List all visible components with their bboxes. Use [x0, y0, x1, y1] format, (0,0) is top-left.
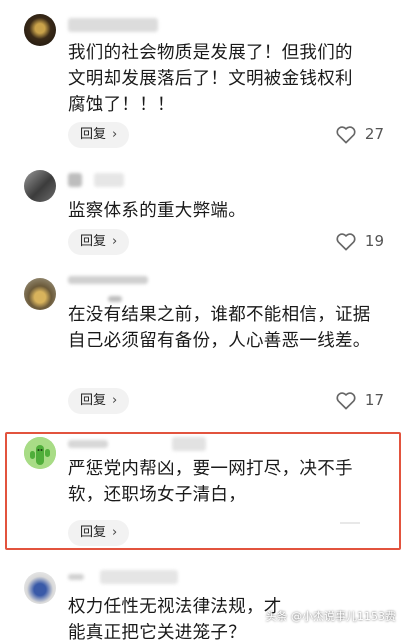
watermark-text: 头条 @小杰说事儿1153费	[265, 610, 397, 623]
reply-label: 回复	[80, 393, 107, 408]
comment-text: 在没有结果之前，谁都不能相信，证据自己必须留有备份，人心善恶一线差。	[68, 305, 371, 351]
cactus-avatar-icon	[24, 437, 56, 469]
username-blurred	[68, 574, 84, 580]
comment-text: 监察体系的重大弊端。	[68, 201, 246, 221]
chevron-right-icon: ›	[112, 525, 118, 540]
reply-label: 回复	[80, 525, 107, 540]
reply-label: 回复	[80, 127, 107, 142]
chevron-right-icon: ›	[112, 393, 118, 408]
comment-text: 严惩党内帮凶，要一网打尽，决不手软，还职场女子清白，	[68, 459, 353, 505]
like-button[interactable]: 27	[335, 124, 384, 144]
reply-button[interactable]: 回复 ›	[68, 122, 130, 148]
like-count: 19	[364, 232, 384, 250]
reply-button[interactable]: 回复 ›	[68, 520, 130, 546]
avatar[interactable]	[24, 572, 56, 604]
chevron-right-icon: ›	[112, 127, 118, 142]
like-button[interactable]: 19	[335, 231, 384, 251]
avatar[interactable]	[24, 278, 56, 310]
avatar[interactable]	[24, 14, 56, 46]
heart-outline-icon	[336, 126, 356, 144]
reply-button[interactable]: 回复 ›	[68, 229, 130, 255]
heart-outline-icon	[336, 392, 356, 410]
chevron-right-icon: ›	[112, 234, 118, 249]
comment-text: 我们的社会物质是发展了！但我们的文明却发展落后了！文明被金钱权利腐蚀了！！！	[68, 43, 353, 115]
username-blurred	[68, 440, 108, 448]
reply-button[interactable]: 回复 ›	[68, 388, 130, 414]
avatar[interactable]	[24, 170, 56, 202]
comment-feed: 我们的社会物质是发展了！但我们的文明却发展落后了！文明被金钱权利腐蚀了！！！ 回…	[0, 0, 402, 640]
comment-text: 权力任性无视法律法规，才能真正把它关进笼子？	[68, 597, 282, 640]
username-blurred	[172, 437, 206, 451]
reply-label: 回复	[80, 234, 107, 249]
avatar[interactable]	[24, 437, 56, 469]
watermark: 头条 @小杰说事儿1153费	[266, 608, 397, 624]
username-blurred	[68, 18, 158, 32]
like-count: 17	[364, 391, 384, 409]
username-blurred	[68, 276, 148, 284]
like-count: 27	[364, 125, 384, 143]
username-blurred	[100, 570, 178, 584]
like-button[interactable]: 17	[335, 390, 384, 410]
username-blurred	[94, 173, 124, 187]
heart-outline-icon	[336, 233, 356, 251]
username-blurred	[68, 173, 82, 187]
like-area-fragment	[340, 522, 360, 524]
